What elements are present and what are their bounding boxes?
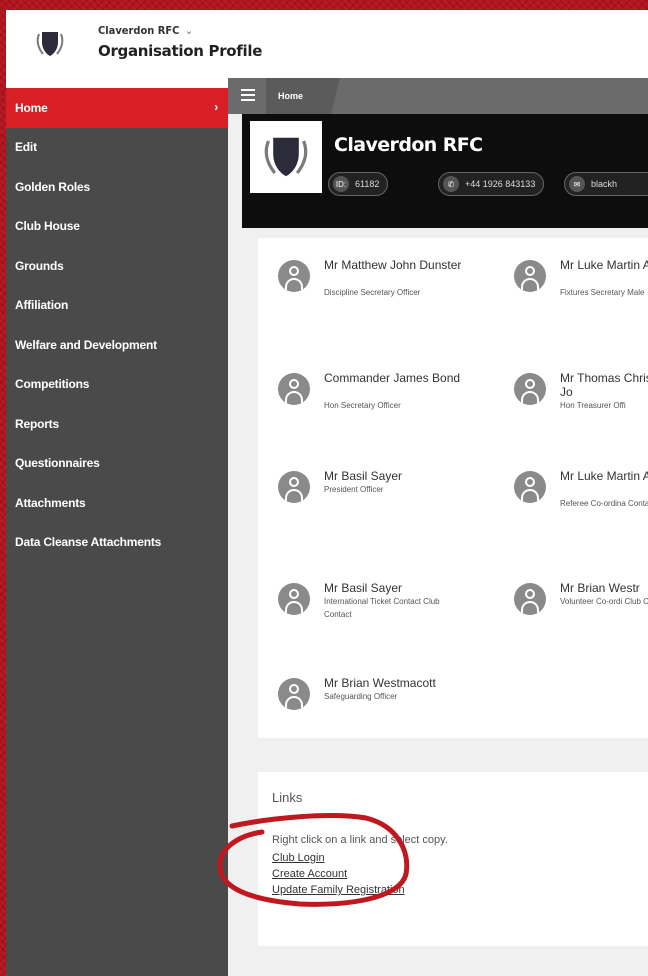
page-title: Organisation Profile <box>98 42 263 60</box>
sidebar-item-competitions[interactable]: Competitions <box>6 365 228 405</box>
org-name: Claverdon RFC <box>98 24 180 37</box>
sidebar-item-label: Competitions <box>15 377 90 392</box>
club-crest-icon <box>36 32 64 56</box>
links-panel: Links Right click on a link and select c… <box>258 772 648 946</box>
club-phone-badge[interactable]: ✆ +44 1926 843133 <box>438 172 545 196</box>
officer-role: International Ticket Contact Club Contac… <box>324 597 440 619</box>
breadcrumb: Home <box>228 78 648 114</box>
sidebar-item-golden-roles[interactable]: Golden Roles <box>6 167 228 207</box>
club-crest-icon <box>264 137 308 177</box>
officer-name: Mr Thomas Christopher Jo <box>560 371 648 399</box>
avatar <box>278 583 310 615</box>
club-logo <box>250 121 322 193</box>
club-login-link[interactable]: Club Login <box>272 852 325 864</box>
avatar <box>514 373 546 405</box>
officer-role: Discipline Secretary Officer <box>324 288 421 297</box>
officer-role: Fixtures Secretary Male <box>560 288 645 297</box>
officer-name: Mr Basil Sayer <box>324 581 403 595</box>
avatar <box>278 471 310 503</box>
officer-name: Mr Luke Martin Allsopp <box>560 469 648 483</box>
club-phone-value: +44 1926 843133 <box>465 179 536 189</box>
officer-role: Safeguarding Officer <box>324 692 398 701</box>
sidebar-item-club-house[interactable]: Club House <box>6 207 228 247</box>
sidebar-item-label: Club House <box>15 219 80 234</box>
officer-name: Mr Basil Sayer <box>324 469 403 483</box>
officer-role: Referee Co-ordina Contact <box>560 499 648 508</box>
avatar <box>278 373 310 405</box>
officer-name: Commander James Bond <box>324 371 461 385</box>
avatar <box>278 260 310 292</box>
sidebar-item-home[interactable]: Home › <box>6 88 228 128</box>
email-icon: ✉ <box>569 176 585 192</box>
sidebar-item-edit[interactable]: Edit <box>6 128 228 168</box>
sidebar-item-welfare[interactable]: Welfare and Development <box>6 325 228 365</box>
sidebar-item-label: Questionnaires <box>15 456 100 471</box>
sidebar-item-label: Grounds <box>15 258 64 273</box>
hamburger-menu-icon[interactable] <box>241 89 255 101</box>
sidebar-item-data-cleanse[interactable]: Data Cleanse Attachments <box>6 523 228 563</box>
club-id-badge: ID: 61182 <box>328 172 389 196</box>
avatar <box>514 471 546 503</box>
club-email-badge[interactable]: ✉ blackh <box>564 172 648 196</box>
sidebar-item-grounds[interactable]: Grounds <box>6 246 228 286</box>
avatar <box>278 678 310 710</box>
top-header: Claverdon RFC ⌄ Organisation Profile <box>6 10 648 78</box>
officer-role: Hon Secretary Officer <box>324 401 401 410</box>
officer-role: Volunteer Co-ordi Club Contact <box>560 597 648 606</box>
app-frame: Claverdon RFC ⌄ Organisation Profile Hom… <box>6 10 648 976</box>
chevron-right-icon: › <box>214 100 218 114</box>
sidebar-item-label: Welfare and Development <box>15 337 157 352</box>
club-title: Claverdon RFC <box>334 134 483 156</box>
officer-name: Mr Brian Westmacott <box>324 676 436 690</box>
sidebar-item-label: Golden Roles <box>15 179 90 194</box>
links-title: Links <box>272 790 303 805</box>
officer-name: Mr Luke Martin Allsopp <box>560 258 648 272</box>
phone-icon: ✆ <box>443 176 459 192</box>
club-email-value: blackh <box>591 179 618 189</box>
sidebar-item-questionnaires[interactable]: Questionnaires <box>6 444 228 484</box>
links-hint: Right click on a link and select copy. <box>272 834 448 846</box>
sidebar-item-label: Edit <box>15 140 37 155</box>
sidebar-item-reports[interactable]: Reports <box>6 404 228 444</box>
sidebar-item-label: Affiliation <box>15 298 69 313</box>
sidebar-item-label: Reports <box>15 416 59 431</box>
avatar <box>514 260 546 292</box>
officer-name: Mr Brian Westr <box>560 581 640 595</box>
sidebar-item-label: Home <box>15 100 48 115</box>
create-account-link[interactable]: Create Account <box>272 868 347 880</box>
club-header: Claverdon RFC ID: 61182 ✆ +44 1926 84313… <box>242 114 648 228</box>
sidebar-nav: Home › Edit Golden Roles Club House Grou… <box>6 88 228 976</box>
sidebar-item-label: Attachments <box>15 495 86 510</box>
sidebar-item-affiliation[interactable]: Affiliation <box>6 286 228 326</box>
chevron-down-icon: ⌄ <box>184 24 194 37</box>
officer-role: President Officer <box>324 485 384 494</box>
id-icon: ID: <box>333 176 349 192</box>
update-family-registration-link[interactable]: Update Family Registration <box>272 884 405 896</box>
club-id-value: 61182 <box>355 179 380 189</box>
org-switcher[interactable]: Claverdon RFC ⌄ <box>98 24 193 37</box>
sidebar-item-attachments[interactable]: Attachments <box>6 483 228 523</box>
officer-name: Mr Matthew John Dunster <box>324 258 462 272</box>
officers-panel: Mr Matthew John Dunster Discipline Secre… <box>258 238 648 738</box>
main-content: Home Claverdon RFC ID: 61182 ✆ +44 1926 … <box>228 78 648 976</box>
officer-role: Hon Treasurer Offi <box>560 401 626 410</box>
breadcrumb-home[interactable]: Home <box>266 78 340 114</box>
sidebar-item-label: Data Cleanse Attachments <box>15 535 162 550</box>
avatar <box>514 583 546 615</box>
